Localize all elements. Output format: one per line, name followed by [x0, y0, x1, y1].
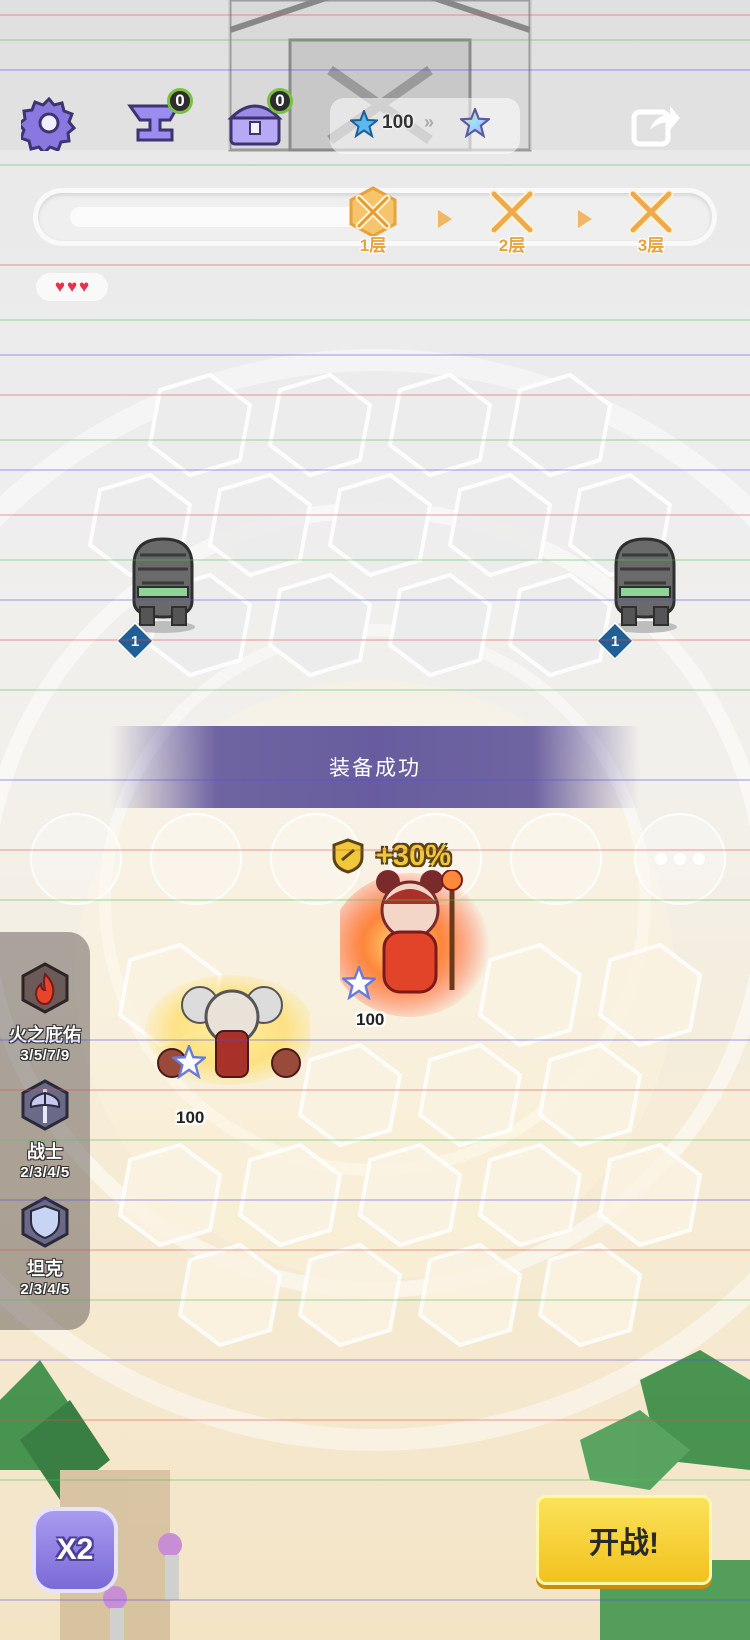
enemy-stone-golem[interactable]: 1: [595, 535, 690, 661]
rainbow-star-icon: [460, 108, 490, 138]
warrior-sprite: [145, 975, 315, 1085]
shield-icon: [21, 1196, 69, 1248]
synergy-progress: 3/5/7/9: [20, 1047, 70, 1064]
shield-buff-icon: [332, 838, 364, 874]
floor-node-2: 2层: [472, 186, 552, 255]
double-chevron-icon: »: [424, 112, 435, 132]
bench-slot[interactable]: [510, 813, 602, 905]
settings-button[interactable]: [18, 92, 80, 154]
hero-warrior[interactable]: 100: [140, 975, 315, 1127]
start-battle-button[interactable]: 开战!: [536, 1495, 712, 1585]
heart-icon: ♥: [66, 277, 78, 296]
hero-fire-mage[interactable]: 100: [330, 869, 500, 1029]
synergy-warrior[interactable]: 战士 2/3/4/5: [0, 1079, 90, 1181]
heart-icon: ♥: [79, 277, 90, 296]
floor-label-1: 1层: [359, 236, 387, 255]
star-count: 100: [382, 112, 414, 133]
share-icon: [631, 106, 680, 147]
enemy-level-text: 1: [130, 632, 140, 650]
synergy-tank[interactable]: 坦克 2/3/4/5: [0, 1196, 90, 1298]
synergy-name: 火之庇佑: [9, 1025, 81, 1045]
stone-golem-sprite: [131, 537, 195, 633]
speed-button[interactable]: X2: [32, 1507, 118, 1593]
floor-node-3: 3层: [611, 186, 691, 255]
hero-hp: 100: [176, 1108, 205, 1127]
floor-label-3: 3层: [637, 236, 665, 255]
buff-text: +30%: [376, 839, 451, 872]
gear-icon: [21, 96, 77, 151]
bench-slot[interactable]: [150, 813, 242, 905]
synergy-progress: 2/3/4/5: [20, 1164, 70, 1181]
fire-shield-icon: [21, 962, 69, 1014]
hero-hp: 100: [356, 1010, 385, 1029]
synergy-progress: 2/3/4/5: [20, 1281, 70, 1298]
floor-arrow-icon: [438, 210, 452, 228]
synergy-panel: 火之庇佑 3/5/7/9 战士 2/3/4/5 坦克 2/3/4/5: [0, 932, 90, 1330]
bench-more-button[interactable]: [634, 813, 726, 905]
hero-star-icon: [172, 1045, 206, 1079]
anvil-count-badge: 0: [167, 88, 193, 114]
banner-text: 装备成功: [329, 757, 421, 780]
bench-slot[interactable]: [30, 813, 122, 905]
floor-node-1: 1层: [333, 186, 413, 255]
synergy-name: 战士: [27, 1142, 63, 1162]
hero-star-icon: [342, 966, 376, 1000]
lives-indicator: ♥ ♥ ♥: [36, 273, 108, 301]
synergy-name: 坦克: [27, 1259, 63, 1279]
stone-golem-sprite: [613, 537, 677, 633]
dot-icon: [655, 853, 667, 865]
floor-label-2: 2层: [498, 236, 526, 255]
chest-count-badge: 0: [267, 88, 293, 114]
enemy-level-text: 1: [610, 632, 620, 650]
axe-icon: [21, 1079, 69, 1131]
enemy-stone-golem[interactable]: 1: [115, 535, 208, 661]
synergy-fire-blessing[interactable]: 火之庇佑 3/5/7/9: [0, 962, 90, 1064]
heart-icon: ♥: [54, 277, 65, 296]
share-button[interactable]: [630, 100, 682, 148]
equip-success-banner: 装备成功: [110, 726, 640, 808]
floor-arrow-icon: [578, 210, 592, 228]
floor-progress-fill: [70, 207, 360, 227]
dot-icon: [674, 853, 686, 865]
dot-icon: [693, 853, 705, 865]
blue-star-icon: [350, 110, 378, 138]
